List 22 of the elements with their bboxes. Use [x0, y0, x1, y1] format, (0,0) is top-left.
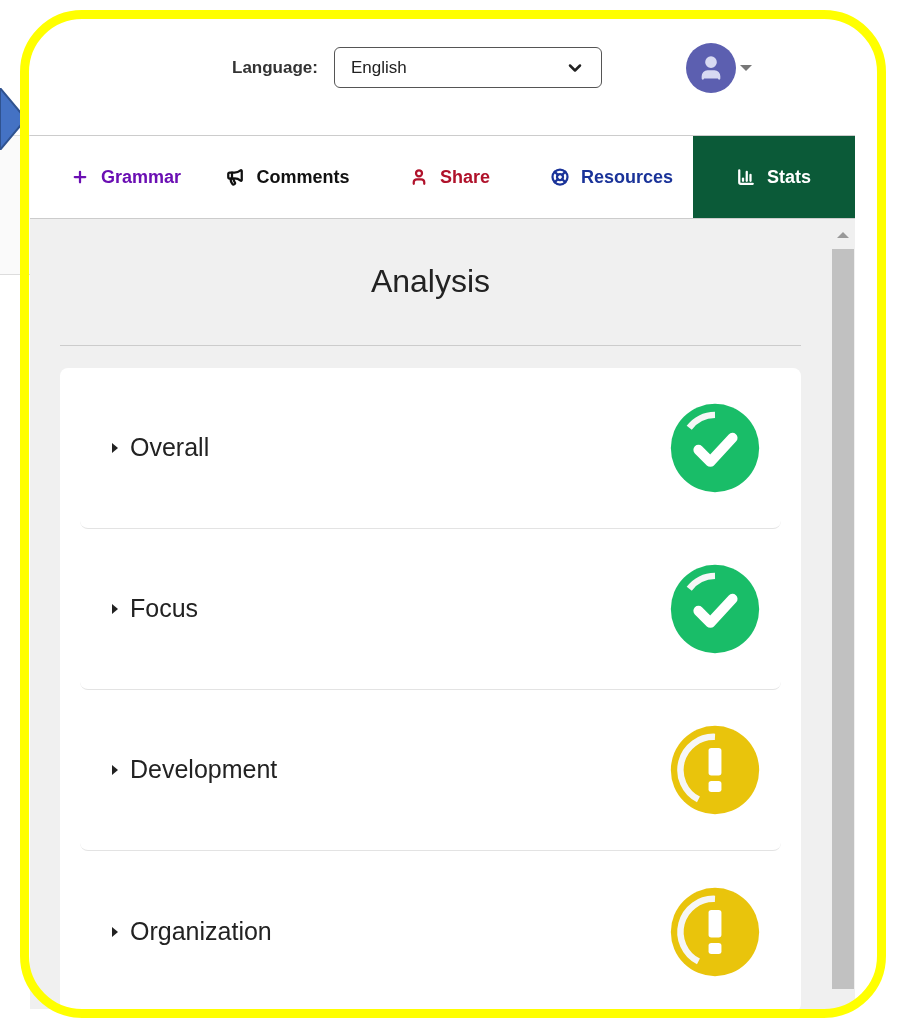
bar-chart-icon [737, 168, 755, 186]
row-label: Organization [130, 915, 272, 947]
megaphone-icon [226, 168, 245, 186]
analysis-row[interactable]: Overall [80, 368, 781, 529]
language-label: Language: [232, 56, 318, 79]
lifebuoy-icon [550, 168, 569, 186]
row-label: Focus [130, 593, 199, 625]
caret-right-icon [112, 604, 118, 614]
caret-right-icon [112, 926, 118, 937]
analysis-row[interactable]: Focus [80, 529, 781, 690]
analysis-row[interactable]: Organization [80, 851, 781, 1012]
scroll-up-icon [837, 231, 849, 239]
analysis-row[interactable]: Development [80, 690, 781, 851]
caret-icon [739, 63, 752, 72]
row-label: Overall [130, 432, 210, 464]
tab[interactable]: Stats [693, 136, 855, 218]
row-label: Development [130, 754, 278, 786]
person-icon [410, 168, 428, 186]
language-select[interactable]: English [333, 47, 602, 88]
caret-right-icon [112, 765, 118, 775]
panel-title: Analysis [369, 262, 492, 301]
caret-right-icon [112, 443, 118, 453]
